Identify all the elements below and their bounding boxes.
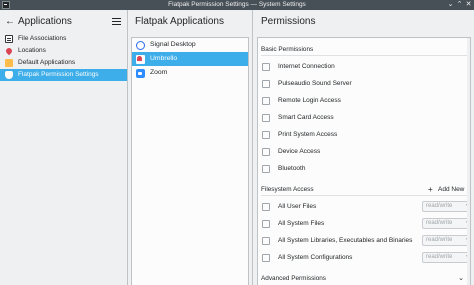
pulseaudio-checkbox[interactable] xyxy=(262,80,270,88)
expand-chevron-icon[interactable]: ⌄ xyxy=(458,274,464,282)
advanced-permissions-heading: Advanced Permissions xyxy=(261,275,327,282)
filesystem-label: All System Libraries, Executables and Bi… xyxy=(278,237,413,244)
app-item-zoom[interactable]: Zoom xyxy=(132,66,248,80)
window-title: Flatpak Permission Settings — System Set… xyxy=(168,1,306,8)
app-item-label: Zoom xyxy=(150,69,168,76)
applications-title: Applications xyxy=(18,16,72,27)
app-item-label: Umbrello xyxy=(150,55,178,62)
file-icon xyxy=(5,35,13,43)
maximize-button[interactable]: ⌃ xyxy=(455,1,464,9)
permission-label: Device Access xyxy=(278,148,321,155)
sidebar-item-label: Locations xyxy=(18,47,46,54)
location-pin-icon xyxy=(4,46,14,56)
sidebar-item-locations[interactable]: Locations xyxy=(0,45,127,57)
sidebar-item-default-applications[interactable]: Default Applications xyxy=(0,57,127,69)
permission-label: Pulseaudio Sound Server xyxy=(278,80,352,87)
section-divider xyxy=(261,195,467,196)
filesystem-label: All System Files xyxy=(278,220,325,227)
signal-icon xyxy=(136,41,145,50)
flatpak-app-list: Signal Desktop Umbrello Zoom xyxy=(131,37,249,285)
flatpak-applications-title: Flatpak Applications xyxy=(135,16,224,27)
add-new-label: Add New xyxy=(438,186,465,193)
all-user-files-checkbox[interactable] xyxy=(262,203,270,211)
filesystem-label: All User Files xyxy=(278,203,317,210)
permission-label: Bluetooth xyxy=(278,165,306,172)
shield-icon xyxy=(5,71,13,79)
access-mode-value: read/write xyxy=(426,237,453,243)
access-mode-value: read/write xyxy=(426,220,453,226)
print-system-checkbox[interactable] xyxy=(262,131,270,139)
access-mode-select[interactable]: read/write ▼ xyxy=(422,235,470,246)
internet-connection-checkbox[interactable] xyxy=(262,63,270,71)
scrollbar[interactable] xyxy=(467,38,470,285)
bluetooth-checkbox[interactable] xyxy=(262,165,270,173)
access-mode-select[interactable]: read/write ▼ xyxy=(422,201,470,212)
hamburger-menu-icon[interactable] xyxy=(112,18,121,25)
smart-card-checkbox[interactable] xyxy=(262,114,270,122)
access-mode-select[interactable]: read/write ▼ xyxy=(422,218,470,229)
zoom-icon xyxy=(136,69,145,78)
umbrello-icon xyxy=(136,55,145,64)
app-item-label: Signal Desktop xyxy=(150,41,196,48)
puzzle-icon xyxy=(5,59,13,67)
sidebar-item-file-associations[interactable]: File Associations xyxy=(0,33,127,45)
access-mode-value: read/write xyxy=(426,254,453,260)
all-system-files-checkbox[interactable] xyxy=(262,220,270,228)
permission-label: Smart Card Access xyxy=(278,114,334,121)
sidebar-item-label: Flatpak Permission Settings xyxy=(18,71,99,78)
permission-label: Internet Connection xyxy=(278,63,335,70)
sidebar-item-label: Default Applications xyxy=(18,59,76,66)
title-bar: Flatpak Permission Settings — System Set… xyxy=(0,0,474,10)
column-divider xyxy=(127,10,128,285)
permissions-title: Permissions xyxy=(261,16,316,27)
section-divider xyxy=(261,55,467,56)
access-mode-value: read/write xyxy=(426,203,453,209)
sidebar-item-label: File Associations xyxy=(18,35,67,42)
close-button[interactable]: ✕ xyxy=(464,1,473,9)
basic-permissions-heading: Basic Permissions xyxy=(261,46,314,53)
sidebar: File Associations Locations Default Appl… xyxy=(0,33,127,285)
permission-label: Remote Login Access xyxy=(278,97,341,104)
remote-login-checkbox[interactable] xyxy=(262,97,270,105)
app-item-umbrello[interactable]: Umbrello xyxy=(132,52,248,66)
plus-icon: + xyxy=(428,185,433,194)
app-item-signal-desktop[interactable]: Signal Desktop xyxy=(132,38,248,52)
device-access-checkbox[interactable] xyxy=(262,148,270,156)
all-system-libraries-checkbox[interactable] xyxy=(262,237,270,245)
filesystem-label: All System Configurations xyxy=(278,254,353,261)
back-arrow-icon[interactable]: ← xyxy=(5,10,15,33)
access-mode-select[interactable]: read/write ▼ xyxy=(422,252,470,263)
sidebar-item-flatpak-permission-settings[interactable]: Flatpak Permission Settings xyxy=(0,69,127,81)
filesystem-access-heading: Filesystem Access xyxy=(261,186,314,193)
permission-label: Print System Access xyxy=(278,131,338,138)
applications-header: ← Applications xyxy=(0,10,127,33)
minimize-button[interactable]: ⌄ xyxy=(446,1,455,9)
permissions-panel: Basic Permissions Internet Connection Pu… xyxy=(257,37,471,285)
all-system-configurations-checkbox[interactable] xyxy=(262,254,270,262)
column-divider xyxy=(252,10,253,285)
